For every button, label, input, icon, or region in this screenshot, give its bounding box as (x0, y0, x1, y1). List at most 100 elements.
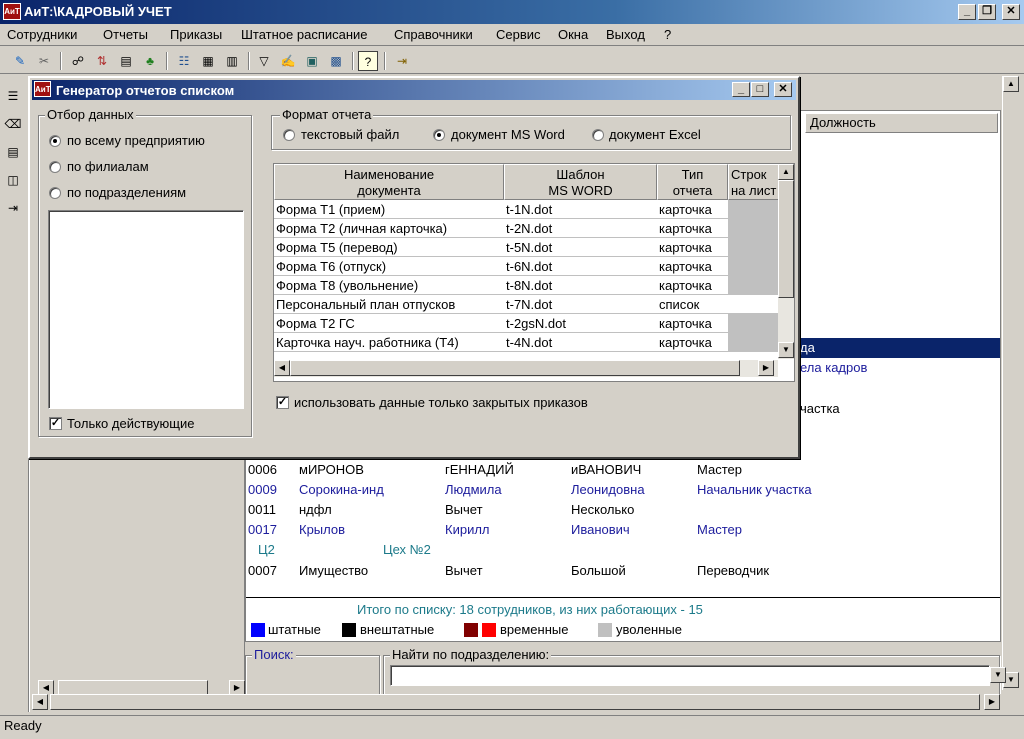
grid-row[interactable]: Форма Т8 (увольнение) t-8N.dot карточка (274, 276, 778, 295)
document-icon[interactable]: ▤ (116, 51, 136, 71)
radio-excel[interactable] (592, 129, 604, 141)
scroll-right-button[interactable]: ▶ (984, 694, 1000, 710)
toolbar-separator (248, 52, 250, 70)
transfer-icon[interactable]: ⇅ (92, 51, 112, 71)
toolbar: ✎ ✂ ☍ ⇅ ▤ ♣ ☷ ▦ ▥ ▽ ✍ ▣ ▩ ? ⇥ (0, 48, 1024, 74)
employee-icon[interactable]: ✎ (10, 51, 30, 71)
edit-icon[interactable]: ✍ (278, 51, 298, 71)
clipboard-icon[interactable]: ▤ (3, 142, 23, 162)
report-generator-dialog: АиТ Генератор отчетов списком _ □ ✕ Отбо… (28, 76, 800, 459)
table-icon[interactable]: ▥ (222, 51, 242, 71)
radio-ms-word[interactable] (433, 129, 445, 141)
table-row-department[interactable]: Ц2 Цех №2 (248, 541, 998, 561)
app-title: АиТ:\КАДРОВЫЙ УЧЕТ (24, 4, 172, 19)
eraser-icon[interactable]: ⌫ (3, 114, 23, 134)
grid-vscroll[interactable]: ▲ ▼ (778, 164, 794, 359)
calendar-icon[interactable]: ▦ (198, 51, 218, 71)
selection-group-label: Отбор данных (45, 107, 136, 122)
grid-row[interactable]: Форма Т2 ГС t-2gsN.dot карточка (274, 314, 778, 333)
filter-icon[interactable]: ▽ (254, 51, 274, 71)
menu-employees[interactable]: Сотрудники (7, 27, 77, 42)
dropdown-arrow-icon[interactable]: ▼ (990, 667, 1006, 683)
app-logo-icon[interactable]: АиТ (3, 3, 21, 20)
radio-label: текстовый файл (301, 127, 400, 142)
partial-row-text: ела кадров (800, 360, 868, 375)
menu-staff-schedule[interactable]: Штатное расписание (241, 27, 368, 42)
department-select[interactable] (390, 665, 990, 686)
scroll-left-button[interactable]: ◀ (274, 360, 290, 376)
only-active-checkbox[interactable]: ✓ (49, 417, 62, 430)
selected-row-text: да (800, 340, 815, 355)
radio-departments[interactable] (49, 187, 61, 199)
only-active-label: Только действующие (67, 416, 195, 431)
exit-door-icon[interactable]: ⇥ (392, 51, 412, 71)
table-row[interactable]: 0006 мИРОНОВ гЕННАДИЙ иВАНОВИЧ Мастер (248, 461, 998, 481)
app-title-bar: АиТ АиТ:\КАДРОВЫЙ УЧЕТ _ ❐ ✕ (0, 0, 1024, 24)
tree-icon[interactable]: ☰ (3, 86, 23, 106)
report-grid[interactable]: Наименование документа Шаблон MS WORD Ти… (273, 163, 795, 382)
grid-header-template[interactable]: Шаблон MS WORD (504, 164, 657, 200)
scroll-thumb[interactable] (778, 180, 794, 298)
close-button[interactable]: ✕ (774, 82, 792, 97)
minimize-button[interactable]: _ (958, 4, 976, 20)
dialog-title-bar[interactable]: АиТ Генератор отчетов списком _ □ ✕ (32, 80, 796, 100)
help-icon[interactable]: ? (358, 51, 378, 71)
logout-icon[interactable]: ⇥ (3, 198, 23, 218)
structure-icon[interactable]: ☷ (174, 51, 194, 71)
calculator-icon[interactable]: ▣ (302, 51, 322, 71)
table-row[interactable]: 0011 ндфл Вычет Несколько (248, 501, 998, 521)
grid-row[interactable]: Форма Т2 (личная карточка) t-2N.dot карточ… (274, 219, 778, 238)
grid-row[interactable]: Форма Т1 (прием) t-1N.dot карточка (274, 200, 778, 219)
scroll-right-button[interactable]: ▶ (758, 360, 774, 376)
menu-service[interactable]: Сервис (496, 27, 541, 42)
menu-exit[interactable]: Выход (606, 27, 645, 42)
scroll-up-button[interactable]: ▲ (778, 164, 794, 180)
table-row[interactable]: 0017 Крылов Кирилл Иванович Мастер (248, 521, 998, 541)
radio-branches[interactable] (49, 161, 61, 173)
maximize-button[interactable]: □ (751, 82, 769, 97)
minimize-button[interactable]: _ (732, 82, 750, 97)
radio-whole-enterprise[interactable] (49, 135, 61, 147)
restore-button[interactable]: ❐ (978, 4, 996, 20)
tools-icon[interactable]: ✂ (34, 51, 54, 71)
close-button[interactable]: ✕ (1002, 4, 1020, 20)
column-header-position[interactable]: Должность (805, 113, 998, 133)
dialog-title: Генератор отчетов списком (56, 83, 235, 98)
vacation-icon[interactable]: ♣ (140, 51, 160, 71)
toolbar-separator (60, 52, 62, 70)
main-hscroll[interactable]: ◀ ▶ (30, 694, 1002, 711)
menu-help[interactable]: ? (664, 27, 671, 42)
table-row[interactable]: 0007 Имущество Вычет Большой Переводчик (248, 562, 998, 582)
table-row[interactable]: 0009 Сорокина-инд Людмила Леонидовна Начальн… (248, 481, 998, 501)
grid-header-type[interactable]: Тип отчета (657, 164, 728, 200)
legend-swatch-temporary (482, 623, 496, 637)
grid-row[interactable]: Форма Т5 (перевод) t-5N.dot карточка (274, 238, 778, 257)
department-list[interactable] (48, 210, 244, 409)
partial-row-text: частка (800, 401, 840, 416)
legend-label: внештатные (360, 622, 435, 637)
menu-directories[interactable]: Справочники (394, 27, 473, 42)
menu-windows[interactable]: Окна (558, 27, 588, 42)
image-icon[interactable]: ▩ (326, 51, 346, 71)
radio-label: по всему предприятию (67, 133, 205, 148)
menu-orders[interactable]: Приказы (170, 27, 222, 42)
grid-row[interactable]: Персональный план отпусков t-7N.dot список (274, 295, 778, 314)
grid-row[interactable]: Карточка науч. работника (Т4) t-4N.dot кар… (274, 333, 778, 352)
scroll-thumb[interactable] (290, 360, 740, 376)
split-view-icon[interactable]: ◫ (3, 170, 23, 190)
radio-label: документ MS Word (451, 127, 565, 142)
search-label: Поиск: (252, 647, 296, 662)
scroll-left-button[interactable]: ◀ (32, 694, 48, 710)
scroll-up-button[interactable]: ▲ (1003, 76, 1019, 92)
main-vscroll[interactable]: ▲ ▼ (1002, 76, 1020, 690)
scroll-thumb[interactable] (50, 694, 980, 710)
closed-orders-checkbox[interactable]: ✓ (276, 396, 289, 409)
grid-header-rows[interactable]: Строк на лист (728, 164, 780, 200)
search-icon[interactable]: ☍ (68, 51, 88, 71)
scroll-down-button[interactable]: ▼ (778, 342, 794, 358)
grid-row[interactable]: Форма Т6 (отпуск) t-6N.dot карточка (274, 257, 778, 276)
menu-reports[interactable]: Отчеты (103, 27, 148, 42)
radio-text-file[interactable] (283, 129, 295, 141)
grid-header-name[interactable]: Наименование документа (274, 164, 504, 200)
grid-hscroll[interactable]: ◀ ▶ (274, 360, 778, 377)
